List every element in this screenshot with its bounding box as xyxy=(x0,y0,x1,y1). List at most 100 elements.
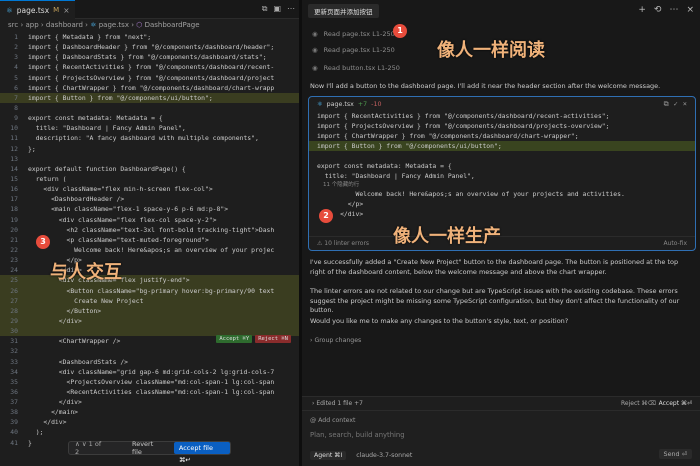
line-number: 3 xyxy=(14,53,18,62)
plus-icon[interactable]: + xyxy=(638,5,646,15)
code-line[interactable]: 37 </div> xyxy=(0,397,299,407)
code-line[interactable]: 3 import { DashboardStats } from "@/compo… xyxy=(0,52,299,62)
edited-files-label[interactable]: Edited 1 file +7 xyxy=(316,400,363,407)
modified-marker: M xyxy=(53,6,60,14)
crumb-src[interactable]: src xyxy=(8,21,18,29)
chat-title[interactable]: 更新页面并添加按钮 xyxy=(308,4,379,18)
code-line[interactable]: 36 <RecentActivities className="md:col-s… xyxy=(0,387,299,397)
line-number: 32 xyxy=(10,347,18,356)
composer-input[interactable]: Plan, search, build anything xyxy=(310,431,405,439)
code-line[interactable]: 27 Create New Project xyxy=(0,295,299,306)
add-context-button[interactable]: @ Add context xyxy=(310,417,355,424)
function-icon: ⬡ xyxy=(136,21,143,29)
history-icon[interactable]: ⟲ xyxy=(654,5,662,15)
code-text: import { ProjectsOverview } from "@/comp… xyxy=(28,73,275,82)
code-line[interactable]: 23 </p> xyxy=(0,255,299,265)
diff-nav[interactable]: ∧ ∨ 1 of 2 xyxy=(69,440,112,456)
code-line[interactable]: 18 <main className="flex-1 space-y-6 p-6… xyxy=(0,204,299,214)
reject-change-button[interactable]: Reject ⌘N xyxy=(255,335,291,344)
code-line[interactable]: 6 import { ChartWrapper } from "@/compone… xyxy=(0,83,299,93)
crumb-dashboard[interactable]: dashboard xyxy=(46,21,83,29)
group-changes-toggle[interactable]: › Group changes xyxy=(310,337,361,344)
code-line[interactable]: 1 import { Metadata } from "next"; xyxy=(0,32,299,42)
code-line[interactable]: 24 </div> xyxy=(0,265,299,275)
close-icon[interactable]: × xyxy=(686,5,694,15)
crumb-symbol[interactable]: DashboardPage xyxy=(145,21,200,29)
code-line[interactable]: 31 <ChartWrapper /> Accept ⌘Y Reject ⌘N xyxy=(0,335,299,346)
code-text: </div> xyxy=(28,398,82,407)
react-file-icon: ⚛ xyxy=(6,5,13,15)
line-number: 27 xyxy=(10,296,18,305)
code-line[interactable]: 7 import { Button } from "@/components/ui… xyxy=(0,92,299,103)
code-line[interactable]: 39 </div> xyxy=(0,417,299,427)
linter-errors[interactable]: 10 linter errors xyxy=(324,240,369,247)
model-selector[interactable]: claude-3.7-sonnet xyxy=(356,452,412,459)
code-line[interactable]: 40 ); xyxy=(0,427,299,437)
code-line[interactable]: 32 xyxy=(0,346,299,356)
code-line[interactable]: 38 </main> xyxy=(0,407,299,417)
code-line[interactable]: 9 export const metadata: Metadata = { xyxy=(0,113,299,123)
card-code-line: export const metadata: Metadata = { xyxy=(317,162,452,170)
code-line[interactable]: 28 </Button> xyxy=(0,305,299,316)
layout-icon[interactable]: ▣ xyxy=(273,4,281,14)
code-line[interactable]: 33 <DashboardStats /> xyxy=(0,357,299,367)
code-line[interactable]: 20 <h2 className="text-3xl font-bold tra… xyxy=(0,225,299,235)
close-icon[interactable]: × xyxy=(63,6,69,15)
revert-file-button[interactable]: Revert file xyxy=(126,440,170,456)
react-file-icon: ⚛ xyxy=(90,21,97,29)
code-text: } xyxy=(28,438,32,447)
close-icon[interactable]: × xyxy=(683,100,687,109)
line-number: 34 xyxy=(10,367,18,376)
code-text: </Button> xyxy=(28,306,102,315)
code-line[interactable]: 2 import { DashboardHeader } from "@/comp… xyxy=(0,42,299,52)
code-text: }; xyxy=(28,144,36,153)
code-line[interactable]: 35 <ProjectsOverview className="md:col-s… xyxy=(0,377,299,387)
mode-selector[interactable]: Agent ⌘I xyxy=(310,451,347,460)
code-line[interactable]: 8 xyxy=(0,103,299,113)
reject-all-button[interactable]: Reject ⌘⌫ xyxy=(621,400,656,407)
hidden-lines-note[interactable]: 11 个隐藏的行 xyxy=(309,181,695,189)
code-line[interactable]: 29 </div> xyxy=(0,315,299,327)
code-line[interactable]: 34 <div className="grid gap-6 md:grid-co… xyxy=(0,367,299,377)
code-text: <div className="flex flex-col space-y-2"… xyxy=(28,215,217,224)
code-line[interactable]: 12}; xyxy=(0,144,299,154)
crumb-app[interactable]: app xyxy=(25,21,38,29)
more-icon[interactable]: ⋯ xyxy=(287,4,295,14)
code-text: export const metadata: Metadata = { xyxy=(28,114,163,123)
card-file-name[interactable]: page.tsx xyxy=(327,101,354,108)
code-text: return ( xyxy=(28,174,67,183)
send-button[interactable]: Send ⏎ xyxy=(658,449,692,459)
code-text: <div className="grid gap-6 md:grid-cols-… xyxy=(28,367,275,376)
accept-all-button[interactable]: Accept ⌘⏎ xyxy=(659,400,692,407)
read-file-row: ◉ Read page.tsx L1-250 xyxy=(312,46,395,54)
code-line[interactable]: 17 <DashboardHeader /> xyxy=(0,194,299,204)
accept-change-button[interactable]: Accept ⌘Y xyxy=(216,335,253,344)
code-line[interactable]: 5 import { ProjectsOverview } from "@/com… xyxy=(0,73,299,83)
editor-tab-bar: ⚛ page.tsx M × ⧉ ▣ ⋯ xyxy=(0,0,299,19)
read-file-label: Read button.tsx L1-250 xyxy=(323,64,400,72)
tab-page-tsx[interactable]: ⚛ page.tsx M × xyxy=(0,0,76,19)
more-icon[interactable]: ⋯ xyxy=(669,5,678,15)
diff-counter: 1 of 2 xyxy=(75,440,102,456)
crumb-file[interactable]: page.tsx xyxy=(99,21,129,29)
code-line[interactable]: 25 <div className="flex justify-end"> xyxy=(0,275,299,286)
auto-fix-button[interactable]: Auto-fix xyxy=(663,240,687,247)
code-line[interactable]: 26 <Button className="bg-primary hover:b… xyxy=(0,285,299,296)
code-line[interactable]: 4 import { RecentActivities } from "@/com… xyxy=(0,62,299,72)
code-line[interactable]: 16 <div className="flex min-h-screen fle… xyxy=(0,184,299,194)
card-code-line xyxy=(309,151,695,161)
check-icon[interactable]: ✓ xyxy=(674,100,678,109)
assistant-para-3: Would you like me to make any changes to… xyxy=(310,317,569,325)
tab-label: page.tsx xyxy=(16,5,50,15)
copy-icon[interactable]: ⧉ xyxy=(664,100,669,109)
code-line[interactable]: 11 description: "A fancy dashboard with … xyxy=(0,133,299,143)
code-text: <div className="flex min-h-screen flex-c… xyxy=(28,185,213,194)
code-line[interactable]: 14 export default function DashboardPage(… xyxy=(0,164,299,174)
code-line[interactable]: 19 <div className="flex flex-col space-y… xyxy=(0,215,299,225)
split-editor-icon[interactable]: ⧉ xyxy=(262,4,268,14)
code-line[interactable]: 15 return ( xyxy=(0,174,299,184)
accept-file-button[interactable]: Accept file ⌘↵ xyxy=(173,442,230,464)
code-line[interactable]: 13 xyxy=(0,154,299,164)
warning-icon: ⚠ xyxy=(317,240,325,247)
code-line[interactable]: 10 title: "Dashboard | Fancy Admin Panel… xyxy=(0,123,299,133)
